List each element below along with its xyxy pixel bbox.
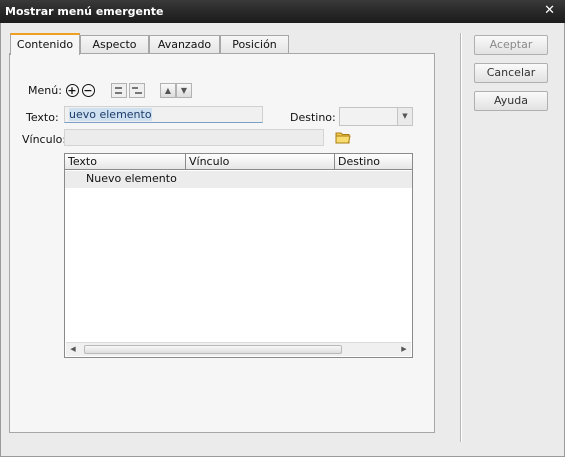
arrow-down-icon[interactable]: ▼ <box>176 83 192 98</box>
column-header-vinculo[interactable]: Vínculo <box>186 154 335 170</box>
scrollbar-thumb[interactable] <box>84 345 342 354</box>
tab-contenido[interactable]: Contenido <box>10 33 80 55</box>
scroll-right-icon[interactable]: ▶ <box>397 343 411 356</box>
column-header-texto[interactable]: Texto <box>65 154 186 170</box>
texto-input-value: uevo elemento <box>69 108 152 121</box>
chevron-down-icon[interactable]: ▼ <box>397 108 412 125</box>
column-header-destino[interactable]: Destino <box>335 154 412 170</box>
vinculo-label: Vínculo: <box>22 133 67 146</box>
window-title: Mostrar menú emergente <box>5 5 164 18</box>
folder-icon[interactable] <box>335 131 351 144</box>
outdent-icon[interactable] <box>110 82 127 99</box>
table-header: Texto Vínculo Destino <box>65 154 412 170</box>
table-cell-texto: Nuevo elemento <box>86 172 177 185</box>
tab-avanzado[interactable]: Avanzado <box>149 35 220 55</box>
tab-posicion[interactable]: Posición <box>220 35 289 55</box>
indent-icon[interactable] <box>128 82 145 99</box>
menu-label: Menú: <box>28 84 62 97</box>
vinculo-input[interactable] <box>64 129 324 146</box>
tab-aspecto[interactable]: Aspecto <box>80 35 149 55</box>
title-bar: Mostrar menú emergente ✕ <box>0 0 565 23</box>
plus-icon[interactable]: + <box>65 83 79 97</box>
close-icon[interactable]: ✕ <box>544 3 555 18</box>
accept-button[interactable]: Aceptar <box>474 35 548 55</box>
horizontal-scrollbar[interactable]: ◀ ▶ <box>66 342 411 356</box>
destino-select[interactable]: ▼ <box>339 107 413 126</box>
texto-input[interactable]: uevo elemento <box>64 106 263 123</box>
arrow-up-icon[interactable]: ▲ <box>160 83 176 98</box>
destino-label: Destino: <box>290 111 336 124</box>
cancel-button[interactable]: Cancelar <box>474 63 548 83</box>
vertical-divider <box>460 33 462 442</box>
help-button[interactable]: Ayuda <box>474 91 548 111</box>
table-row[interactable]: Nuevo elemento <box>65 171 412 188</box>
scroll-left-icon[interactable]: ◀ <box>66 343 80 356</box>
minus-icon[interactable]: − <box>81 83 95 97</box>
texto-label: Texto: <box>26 111 59 124</box>
menu-items-table: Texto Vínculo Destino Nuevo elemento ◀ ▶ <box>64 153 413 358</box>
